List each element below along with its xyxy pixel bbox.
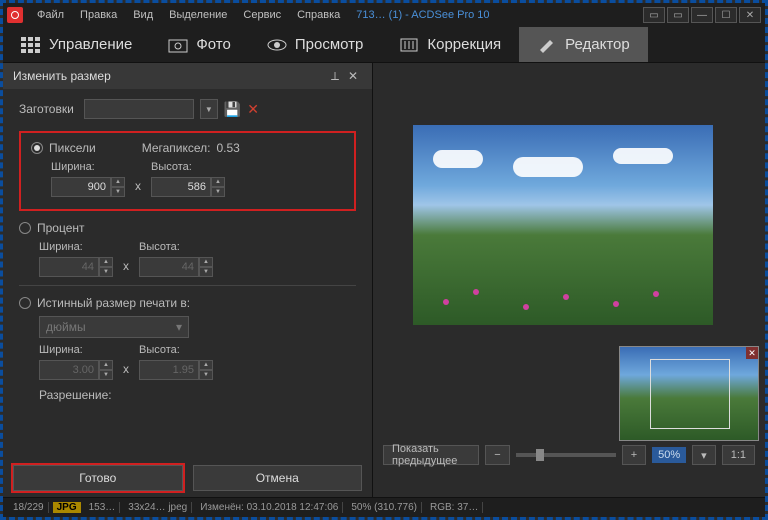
height-down[interactable]: ▼ [211,187,225,197]
menu-tools[interactable]: Сервис [235,9,289,21]
window-title: 713… (1) - ACDSee Pro 10 [356,9,489,21]
radio-print[interactable] [19,297,31,309]
menu-edit[interactable]: Правка [72,9,125,21]
navigator-thumbnail[interactable]: ✕ [619,346,759,441]
width-up[interactable]: ▲ [111,177,125,187]
megapixel-value: 0.53 [217,141,240,155]
zoom-dropdown[interactable]: ▾ [692,445,716,465]
preset-delete-icon[interactable]: ✕ [247,101,259,118]
minimize-button[interactable]: — [691,7,713,23]
menu-file[interactable]: Файл [29,9,72,21]
presets-label: Заготовки [19,102,74,116]
tab-manage[interactable]: Управление [3,27,150,62]
restore-group-icon[interactable]: ▭ [643,7,665,23]
navigator-viewport[interactable] [650,359,730,429]
status-modified: Изменён: 03.10.2018 12:47:06 [196,502,343,513]
sliders-icon [399,37,419,53]
status-size: 153… [85,502,121,513]
panel-close-icon[interactable]: ✕ [344,69,362,83]
percent-width-input[interactable] [39,257,99,277]
tab-view[interactable]: Просмотр [249,27,382,62]
width-down[interactable]: ▼ [111,187,125,197]
status-position: 18/229 [9,502,49,513]
zoom-in-button[interactable]: + [622,445,646,465]
grid-icon [21,37,41,53]
presets-dropdown[interactable] [84,99,194,119]
close-button[interactable]: ✕ [739,7,761,23]
pixels-section: Пиксели Мегапиксел: 0.53 Ширина: ▲▼ x [19,131,356,211]
resize-panel: Изменить размер ⟂ ✕ Заготовки ▼ 💾 ✕ Пикс… [3,63,373,497]
preview-area: ✕ Показать предыдущее − + 50% ▾ 1:1 [373,63,765,497]
print-height-input[interactable] [139,360,199,380]
statusbar: 18/229 JPG 153… 33x24… jpeg Изменён: 03.… [3,497,765,517]
mode-tabs: Управление Фото Просмотр Коррекция Редак… [3,27,765,63]
status-dim: 33x24… jpeg [124,502,192,513]
menu-help[interactable]: Справка [289,9,348,21]
status-format: JPG [53,502,81,513]
status-zoom: 50% (310.776) [347,502,422,513]
zoom-out-button[interactable]: − [485,445,509,465]
megapixel-label: Мегапиксел: [142,141,211,155]
height-up[interactable]: ▲ [211,177,225,187]
navigator-close-icon[interactable]: ✕ [746,347,758,359]
maximize-button[interactable]: ☐ [715,7,737,23]
brush-icon [537,37,557,53]
restore-group2-icon[interactable]: ▭ [667,7,689,23]
photo-icon [168,37,188,53]
titlebar: Файл Правка Вид Выделение Сервис Справка… [3,3,765,27]
percent-height-input[interactable] [139,257,199,277]
app-icon [7,7,23,23]
panel-title: Изменить размер [13,69,111,83]
height-input[interactable] [151,177,211,197]
tab-edit[interactable]: Редактор [519,27,648,62]
pin-icon[interactable]: ⟂ [326,69,344,84]
preset-save-icon[interactable]: 💾 [224,101,241,118]
presets-chevron-icon[interactable]: ▼ [200,99,218,119]
radio-pixels[interactable] [31,142,43,154]
tab-photo[interactable]: Фото [150,27,248,62]
resolution-label: Разрешение: [39,388,356,402]
cancel-button[interactable]: Отмена [193,465,363,491]
unit-dropdown[interactable]: дюймы ▾ [39,316,189,338]
show-previous-button[interactable]: Показать предыдущее [383,445,479,465]
radio-percent[interactable] [19,222,31,234]
done-button[interactable]: Готово [13,465,183,491]
zoom-fit-button[interactable]: 1:1 [722,445,755,465]
zoom-slider[interactable] [516,453,616,457]
chevron-down-icon: ▾ [176,320,182,334]
status-rgb: RGB: 37… [426,502,483,513]
eye-icon [267,37,287,53]
width-input[interactable] [51,177,111,197]
zoom-value: 50% [652,447,686,463]
print-width-input[interactable] [39,360,99,380]
image-canvas[interactable] [413,125,713,325]
menu-select[interactable]: Выделение [161,9,235,21]
menu-view[interactable]: Вид [125,9,161,21]
tab-develop[interactable]: Коррекция [381,27,519,62]
